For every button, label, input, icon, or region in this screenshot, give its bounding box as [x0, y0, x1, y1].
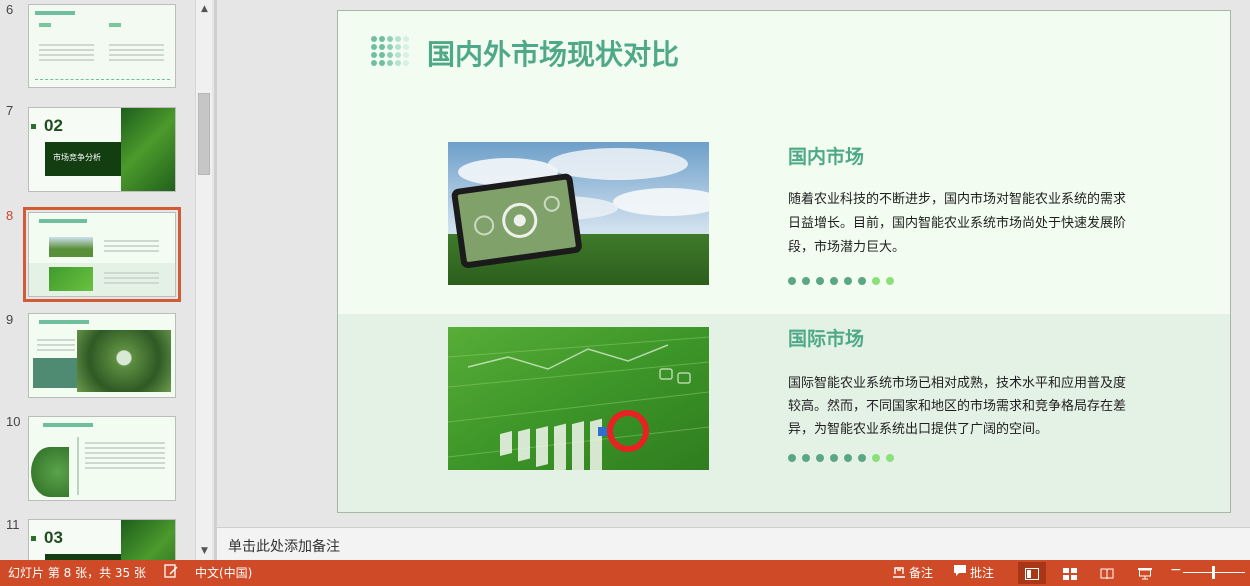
- zoom-out-button[interactable]: −: [1170, 562, 1182, 578]
- tablet-field-picture: [448, 142, 709, 285]
- dot-grid-icon: [371, 36, 409, 66]
- field-data-picture: [448, 327, 709, 470]
- scroll-up-icon[interactable]: ▲: [198, 2, 211, 16]
- thumbnail-number: 9: [6, 312, 14, 327]
- thumb-tag: [39, 23, 51, 27]
- slide-thumbnail-9[interactable]: [28, 313, 176, 398]
- slide-sorter-icon[interactable]: [1056, 562, 1084, 584]
- thumbnail-number: 7: [6, 103, 14, 118]
- domestic-market-image[interactable]: [448, 142, 709, 285]
- current-slide[interactable]: 国内外市场现状对比 国内市场 随着农业科技的不断进步，国内市场对智能农业系统的需…: [337, 10, 1231, 513]
- decorative-dots: [788, 454, 894, 462]
- thumb-text-lines: [104, 269, 159, 287]
- comments-button[interactable]: 批注: [970, 564, 994, 581]
- thumb-leaf-image: [121, 520, 175, 560]
- thumbnail-number: 8: [6, 208, 14, 223]
- notes-placeholder[interactable]: 单击此处添加备注: [228, 536, 340, 556]
- notes-button[interactable]: 备注: [909, 564, 933, 581]
- thumbnails-scrollbar[interactable]: ▲ ▼: [195, 0, 212, 560]
- thumb-title: 市场竞争分析: [53, 153, 101, 162]
- scroll-down-icon[interactable]: ▼: [198, 544, 211, 558]
- slide-title[interactable]: 国内外市场现状对比: [427, 33, 679, 73]
- slide-counter: 幻灯片 第 8 张，共 35 张: [8, 566, 146, 580]
- thumbnail-number: 11: [6, 517, 20, 532]
- slide-thumbnail-10[interactable]: [28, 416, 176, 501]
- thumb-text-lines: [104, 237, 159, 255]
- notes-pane[interactable]: 单击此处添加备注: [217, 527, 1250, 560]
- thumb-text-lines: [37, 336, 75, 354]
- thumb-title-bar: [39, 219, 87, 223]
- international-market-text[interactable]: 国际智能农业系统市场已相对成熟，技术水平和应用普及度较高。然而，不同国家和地区的…: [788, 372, 1128, 441]
- thumb-timeline: [77, 437, 79, 495]
- notes-icon[interactable]: [892, 563, 906, 582]
- thumb-text-lines: [85, 439, 165, 472]
- normal-view-icon[interactable]: [1018, 562, 1046, 584]
- international-market-title[interactable]: 国际市场: [788, 324, 864, 351]
- thumb-text-lines: [39, 41, 94, 64]
- powerpoint-window: 6 7 02 市场竞争分析 8 9 10 11 03 ▲ ▼ 国内外市场现状对比…: [0, 0, 1250, 586]
- thumb-title-bar: [43, 423, 93, 427]
- thumb-text-lines: [109, 41, 164, 64]
- slide-thumbnail-6[interactable]: [28, 4, 176, 88]
- slide-thumbnail-8[interactable]: [23, 207, 181, 302]
- comment-icon[interactable]: [953, 564, 967, 581]
- international-market-image[interactable]: [448, 327, 709, 470]
- slideshow-icon[interactable]: [1131, 562, 1159, 584]
- slide-thumbnail-7[interactable]: 02 市场竞争分析: [28, 107, 176, 192]
- thumb-image-1: [49, 237, 93, 257]
- thumb-title-bar: [35, 11, 75, 15]
- slide-thumbnails-pane: 6 7 02 市场竞争分析 8 9 10 11 03 ▲ ▼: [0, 0, 214, 560]
- thumb-caption-box: [33, 358, 81, 388]
- domestic-market-text[interactable]: 随着农业科技的不断进步，国内市场对智能农业系统的需求日益增长。目前，国内智能农业…: [788, 188, 1128, 260]
- reading-view-icon[interactable]: [1093, 562, 1121, 584]
- slide-thumbnail-11[interactable]: 03: [28, 519, 176, 560]
- thumb-image-2: [49, 267, 93, 291]
- decorative-dots: [788, 277, 894, 285]
- thumb-square: [31, 536, 36, 541]
- language-indicator[interactable]: 中文(中国): [195, 564, 252, 581]
- thumb-square: [31, 124, 36, 129]
- thumb-title-bar: [39, 320, 89, 324]
- domestic-market-title[interactable]: 国内市场: [788, 142, 864, 169]
- thumbnail-number: 10: [6, 414, 21, 429]
- thumbnail-number: 6: [6, 2, 14, 17]
- thumb-section-number: 03: [44, 528, 63, 547]
- thumb-image: [31, 447, 69, 497]
- thumb-leaf-image: [121, 108, 175, 191]
- spellcheck-icon[interactable]: [163, 563, 179, 582]
- thumb-title-box: 市场竞争分析: [45, 142, 133, 176]
- slide-editor-area: 国内外市场现状对比 国内市场 随着农业科技的不断进步，国内市场对智能农业系统的需…: [217, 0, 1250, 526]
- thumb-dashed-line: [35, 79, 170, 80]
- thumb-tag: [109, 23, 121, 27]
- thumb-section-number: 02: [44, 116, 63, 135]
- status-bar: 幻灯片 第 8 张，共 35 张 中文(中国) 备注 批注 −: [0, 560, 1250, 586]
- scrollbar-thumb[interactable]: [198, 93, 210, 175]
- thumb-image: [77, 330, 171, 392]
- zoom-slider-thumb[interactable]: [1212, 566, 1215, 579]
